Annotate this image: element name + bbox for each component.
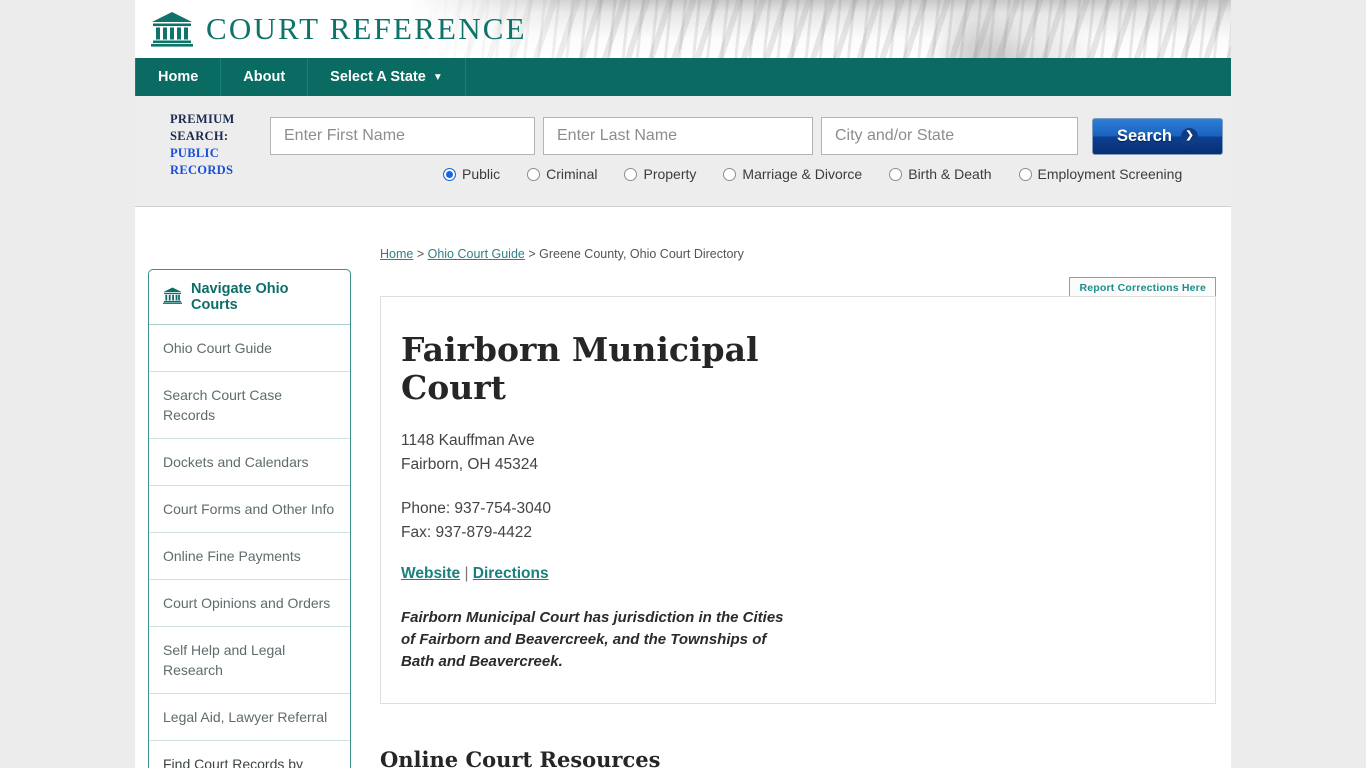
sidebar-item-self-help-and-legal-research[interactable]: Self Help and Legal Research: [149, 627, 350, 694]
radio-marriage-divorce-label: Marriage & Divorce: [742, 166, 863, 182]
nav-item-about-label: About: [243, 69, 286, 85]
breadcrumb-home[interactable]: Home: [380, 247, 413, 261]
sidebar-item-label: Dockets and Calendars: [163, 454, 309, 470]
main-navigation: Home About Select A State ▼: [135, 58, 1231, 96]
premium-search-fields: Search ❯: [270, 117, 1223, 155]
court-contact: Phone: 937-754-3040 Fax: 937-879-4422: [401, 497, 1179, 545]
radio-employment-screening-indicator: [1018, 167, 1032, 181]
sidebar-item-ohio-court-guide[interactable]: Ohio Court Guide: [149, 325, 350, 372]
radio-criminal-indicator: [527, 167, 541, 181]
radio-birth-death-indicator: [889, 167, 903, 181]
radio-employment-screening[interactable]: Employment Screening: [1018, 166, 1183, 182]
sidebar-item-legal-aid-lawyer-referral[interactable]: Legal Aid, Lawyer Referral: [149, 694, 350, 741]
nav-item-home-label: Home: [158, 69, 199, 85]
chevron-right-icon: ❯: [1181, 127, 1199, 145]
nav-item-select-a-state-label: Select A State: [330, 69, 426, 85]
online-court-resources-heading: Online Court Resources: [380, 747, 661, 768]
search-button-label: Search: [1116, 126, 1173, 145]
sidebar-item-court-opinions-and-orders[interactable]: Court Opinions and Orders: [149, 580, 350, 627]
sidebar-navigate-ohio-courts: Navigate Ohio Courts Ohio Court Guide Se…: [148, 269, 351, 768]
search-category-radios: Public Criminal Property Marriage & Divo…: [443, 166, 1209, 182]
radio-public-indicator: [443, 167, 456, 181]
radio-property-label: Property: [643, 166, 697, 182]
page-root: COURT REFERENCE Home About Select A Stat…: [0, 0, 1366, 768]
court-phone: Phone: 937-754-3040: [401, 500, 551, 517]
sidebar-item-label: Find Court Records by Ohio County:: [163, 756, 304, 768]
first-name-input[interactable]: [270, 117, 535, 155]
court-address: 1148 Kauffman Ave Fairborn, OH 45324: [401, 429, 1179, 477]
breadcrumb-ohio-court-guide[interactable]: Ohio Court Guide: [428, 247, 525, 261]
radio-public-label: Public: [462, 166, 501, 182]
radio-birth-death-label: Birth & Death: [908, 166, 992, 182]
sidebar-item-label: Court Opinions and Orders: [163, 595, 331, 611]
sidebar-heading: Navigate Ohio Courts: [149, 270, 350, 325]
court-links: Website | Directions: [401, 565, 1179, 583]
court-jurisdiction-text: Fairborn Municipal Court has jurisdictio…: [401, 609, 784, 670]
courthouse-icon: [163, 287, 182, 308]
sidebar-item-online-fine-payments[interactable]: Online Fine Payments: [149, 533, 350, 580]
courthouse-icon: [151, 11, 193, 47]
directions-link[interactable]: Directions: [473, 565, 549, 582]
nav-item-home[interactable]: Home: [135, 58, 222, 96]
sidebar-item-find-court-records-by-ohio-county: Find Court Records by Ohio County:: [149, 741, 350, 768]
court-address-line2: Fairborn, OH 45324: [401, 456, 538, 473]
radio-birth-death[interactable]: Birth & Death: [889, 166, 992, 182]
search-button[interactable]: Search ❯: [1092, 117, 1223, 155]
last-name-input[interactable]: [543, 117, 813, 155]
court-fax: Fax: 937-879-4422: [401, 524, 532, 541]
court-address-line1: 1148 Kauffman Ave: [401, 432, 535, 449]
breadcrumb: Home > Ohio Court Guide > Greene County,…: [380, 247, 744, 261]
chevron-down-icon: ▼: [432, 71, 443, 83]
breadcrumb-current: Greene County, Ohio Court Directory: [539, 247, 744, 261]
link-separator: |: [460, 565, 473, 582]
sidebar-item-label: Self Help and Legal Research: [163, 642, 286, 678]
radio-criminal-label: Criminal: [546, 166, 598, 182]
radio-marriage-divorce[interactable]: Marriage & Divorce: [723, 166, 862, 182]
radio-property-indicator: [624, 167, 638, 181]
sidebar-item-search-court-case-records[interactable]: Search Court Case Records: [149, 372, 350, 439]
sidebar-item-dockets-and-calendars[interactable]: Dockets and Calendars: [149, 439, 350, 486]
breadcrumb-separator-2: >: [524, 247, 540, 261]
breadcrumb-separator-1: >: [413, 247, 428, 261]
premium-search-label-line3: PUBLIC: [170, 146, 220, 160]
sidebar-item-court-forms-and-other-info[interactable]: Court Forms and Other Info: [149, 486, 350, 533]
site-brand-text: COURT REFERENCE: [206, 11, 527, 46]
site-container: COURT REFERENCE Home About Select A Stat…: [135, 0, 1231, 768]
site-masthead: COURT REFERENCE: [135, 0, 1231, 58]
premium-search-label-line4: RECORDS: [170, 163, 234, 177]
website-link[interactable]: Website: [401, 565, 460, 582]
sidebar-heading-label: Navigate Ohio Courts: [191, 281, 289, 313]
premium-search-bar: PREMIUM SEARCH: PUBLIC RECORDS Search ❯ …: [135, 96, 1231, 207]
nav-item-select-a-state[interactable]: Select A State ▼: [308, 58, 466, 96]
premium-search-label: PREMIUM SEARCH: PUBLIC RECORDS: [170, 111, 260, 179]
page-title: Fairborn Municipal Court: [401, 330, 759, 407]
radio-public[interactable]: Public: [443, 166, 500, 182]
radio-property[interactable]: Property: [624, 166, 696, 182]
sidebar-item-label: Court Forms and Other Info: [163, 501, 335, 517]
radio-marriage-divorce-indicator: [723, 167, 737, 181]
sidebar-item-label: Ohio Court Guide: [163, 340, 272, 356]
sidebar-item-label: Legal Aid, Lawyer Referral: [163, 709, 328, 725]
city-state-input[interactable]: [821, 117, 1078, 155]
premium-search-label-line1: PREMIUM: [170, 112, 235, 126]
sidebar-item-label: Search Court Case Records: [163, 387, 283, 423]
sidebar-item-label: Online Fine Payments: [163, 548, 301, 564]
premium-search-label-line2: SEARCH:: [170, 129, 229, 143]
court-detail-card: Fairborn Municipal Court 1148 Kauffman A…: [380, 296, 1216, 704]
report-corrections-label: Report Corrections Here: [1079, 282, 1206, 294]
radio-employment-screening-label: Employment Screening: [1037, 166, 1183, 182]
nav-item-about[interactable]: About: [221, 58, 309, 96]
radio-criminal[interactable]: Criminal: [527, 166, 597, 182]
site-logo[interactable]: COURT REFERENCE: [151, 11, 527, 47]
